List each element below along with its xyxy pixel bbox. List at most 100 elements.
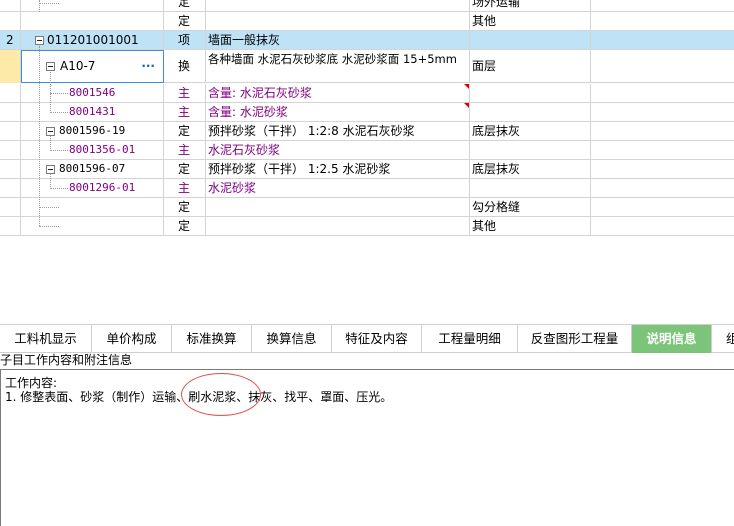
collapse-icon[interactable] (46, 165, 55, 174)
collapse-icon[interactable] (46, 62, 55, 71)
row-name (206, 217, 470, 236)
row-code: 8001596-19 (21, 122, 164, 141)
row-number (0, 122, 21, 141)
tab-features-content[interactable]: 特征及内容 (332, 325, 422, 353)
row-type: 换 (164, 50, 206, 83)
row-extra (591, 31, 734, 50)
row-number (0, 84, 21, 103)
row-extra (591, 84, 734, 103)
tab-standard-conversion[interactable]: 标准换算 (172, 325, 252, 353)
tree-line (39, 3, 59, 4)
row-name: 含量: 水泥砂浆 (206, 103, 470, 122)
row-feature (470, 141, 591, 160)
tab-unit-price-composition[interactable]: 单价构成 (92, 325, 172, 353)
tree-line (39, 207, 59, 208)
row-code: 8001431 (21, 103, 164, 122)
table-row[interactable]: 8001356-01 主 水泥石灰砂浆 (0, 141, 734, 160)
detail-tab-bar: 工料机显示 单价构成 标准换算 换算信息 特征及内容 工程量明细 反查图形工程量… (0, 324, 734, 353)
row-type: 主 (164, 103, 206, 122)
table-row[interactable]: 8001546 主 含量: 水泥石灰砂浆 (0, 84, 734, 103)
table-row[interactable]: 8001296-01 主 水泥砂浆 (0, 179, 734, 198)
row-extra (591, 217, 734, 236)
row-name: 预拌砂浆（干拌） 1:2:8 水泥石灰砂浆 (206, 122, 470, 141)
tab-labor-material-machine[interactable]: 工料机显示 (0, 325, 92, 353)
collapse-icon[interactable] (46, 127, 55, 136)
row-type: 主 (164, 179, 206, 198)
row-code: A10-7 (60, 59, 96, 73)
tab-graphic-quantity-lookup[interactable]: 反查图形工程量 (518, 325, 632, 353)
row-feature (470, 31, 591, 50)
row-feature: 底层抹灰 (470, 160, 591, 179)
row-extra (591, 141, 734, 160)
row-feature: 底层抹灰 (470, 122, 591, 141)
row-number (0, 141, 21, 160)
row-name: 含量: 水泥石灰砂浆 (206, 84, 470, 103)
row-name: 水泥砂浆 (206, 179, 470, 198)
tab-conversion-info[interactable]: 换算信息 (252, 325, 332, 353)
row-type: 定 (164, 122, 206, 141)
tree-line (50, 174, 51, 189)
row-feature: 场外运输 (470, 0, 591, 12)
table-row[interactable]: 定 场外运输 (0, 0, 734, 12)
row-number (0, 103, 21, 122)
info-panel-title: 子目工作内容和附注信息 (0, 353, 133, 367)
tab-group-partial[interactable]: 组 (712, 325, 734, 353)
tree-line (39, 0, 40, 12)
row-extra (591, 50, 734, 83)
row-number (0, 160, 21, 179)
tree-line (50, 93, 68, 94)
row-name: 墙面一般抹灰 (206, 31, 470, 50)
row-type: 定 (164, 12, 206, 31)
row-name: 各种墙面 水泥石灰砂浆底 水泥砂浆面 15+5mm (206, 50, 470, 83)
row-type: 主 (164, 141, 206, 160)
tree-line (50, 150, 68, 151)
comment-marker-icon (464, 84, 469, 89)
row-code: 8001356-01 (21, 141, 164, 160)
row-name (206, 12, 470, 31)
row-code: 8001546 (21, 84, 164, 103)
row-code: 8001596-07 (21, 160, 164, 179)
table-row[interactable]: 定 勾分格缝 (0, 198, 734, 217)
collapse-icon[interactable] (35, 36, 44, 45)
row-type: 定 (164, 217, 206, 236)
row-extra (591, 160, 734, 179)
table-row[interactable]: 8001596-07 定 预拌砂浆（干拌） 1:2.5 水泥砂浆 底层抹灰 (0, 160, 734, 179)
row-feature (470, 103, 591, 122)
code-editor-cell[interactable]: A10-7 ··· (21, 50, 164, 83)
row-type: 主 (164, 84, 206, 103)
row-name (206, 0, 470, 12)
tree-line (50, 188, 68, 189)
row-extra (591, 179, 734, 198)
tree-line (50, 136, 51, 151)
row-extra (591, 103, 734, 122)
table-row[interactable]: 定 其他 (0, 217, 734, 236)
table-row-active[interactable]: A10-7 ··· 换 各种墙面 水泥石灰砂浆底 水泥砂浆面 15+5mm 面层 (0, 50, 734, 83)
info-text-area[interactable]: 工作内容: 1. 修整表面、砂浆（制作）运输、刷水泥浆、抹灰、找平、罩面、压光。 (0, 369, 734, 526)
row-number (0, 179, 21, 198)
more-options-button[interactable]: ··· (141, 51, 155, 82)
row-number (0, 0, 21, 12)
row-feature (470, 179, 591, 198)
row-name (206, 198, 470, 217)
row-type: 定 (164, 0, 206, 12)
comment-marker-icon (464, 103, 469, 108)
table-row-selected[interactable]: 2 011201001001 项 墙面一般抹灰 (0, 31, 734, 50)
row-number (0, 198, 21, 217)
table-row[interactable]: 8001596-19 定 预拌砂浆（干拌） 1:2:8 水泥石灰砂浆 底层抹灰 (0, 122, 734, 141)
row-extra (591, 198, 734, 217)
row-name: 预拌砂浆（干拌） 1:2.5 水泥砂浆 (206, 160, 470, 179)
tree-line (39, 226, 59, 227)
row-code (21, 0, 164, 12)
row-type: 定 (164, 160, 206, 179)
row-number (0, 12, 21, 31)
row-extra (591, 12, 734, 31)
row-number (0, 217, 21, 236)
table-row[interactable]: 定 其他 (0, 12, 734, 31)
row-type: 定 (164, 198, 206, 217)
row-number (0, 50, 21, 83)
tree-line (50, 112, 68, 113)
table-row[interactable]: 8001431 主 含量: 水泥砂浆 (0, 103, 734, 122)
tab-description-info[interactable]: 说明信息 (632, 325, 712, 353)
row-code (21, 12, 164, 31)
tab-quantity-details[interactable]: 工程量明细 (422, 325, 518, 353)
